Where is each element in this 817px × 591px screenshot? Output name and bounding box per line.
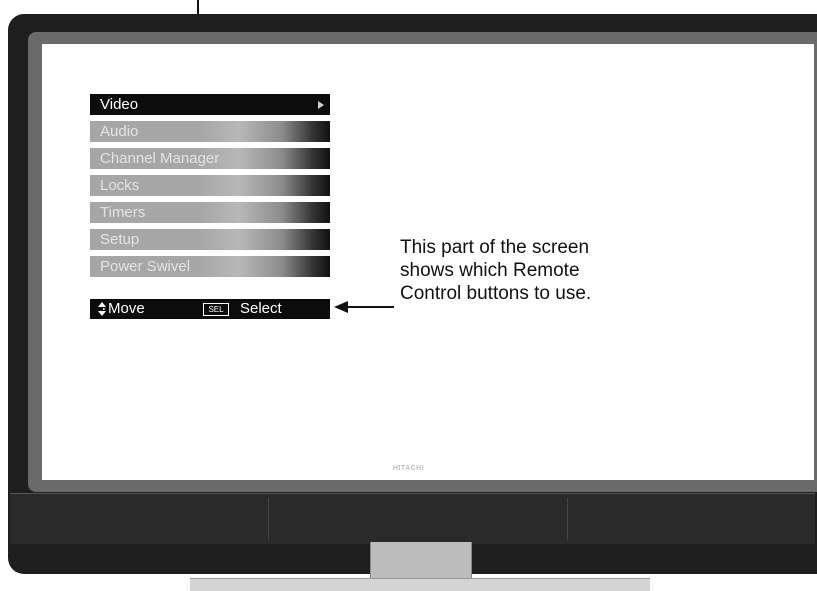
menu-item-label: Audio <box>100 123 139 140</box>
menu-item-power-swivel[interactable]: Power Swivel <box>90 256 330 277</box>
menu-item-label: Channel Manager <box>100 150 220 167</box>
callout-line-1: This part of the screen <box>400 237 590 258</box>
brand-logo: HITACHI <box>392 465 425 472</box>
tv-stand-neck <box>370 542 472 580</box>
menu-item-channel-manager[interactable]: Channel Manager <box>90 148 330 169</box>
submenu-arrow-icon <box>318 101 324 109</box>
help-move-label: Move <box>108 300 145 317</box>
callout-arrow-head-icon <box>334 301 348 313</box>
menu-item-setup[interactable]: Setup <box>90 229 330 250</box>
menu-item-label: Locks <box>100 177 140 194</box>
move-arrows-icon <box>98 302 106 316</box>
speaker-grille-center <box>269 498 568 540</box>
help-select-label: Select <box>240 300 282 317</box>
sel-button-icon: SEL <box>203 303 229 316</box>
tv-stand-base <box>190 578 650 591</box>
menu-item-timers[interactable]: Timers <box>90 202 330 223</box>
speaker-grille-right <box>568 498 808 540</box>
speaker-grille-left <box>10 498 269 540</box>
menu-item-label: Power Swivel <box>100 258 191 275</box>
menu-item-label: Video <box>100 96 139 113</box>
callout-arrow-line <box>348 306 394 308</box>
menu-item-video[interactable]: Video <box>90 94 330 115</box>
menu-item-label: Setup <box>100 231 140 248</box>
remote-help-bar: Move SEL Select <box>90 299 330 319</box>
menu-item-audio[interactable]: Audio <box>90 121 330 142</box>
manual-illustration: HITACHI Video Audio Channel Manager Lock… <box>0 0 817 591</box>
callout-line-3: Control buttons to use. <box>400 283 592 304</box>
tv-speaker-panel <box>10 493 815 544</box>
menu-item-label: Timers <box>100 204 146 221</box>
callout-annotation: This part of the screen shows which Remo… <box>400 236 720 305</box>
callout-line-2: shows which Remote <box>400 260 580 281</box>
menu-item-locks[interactable]: Locks <box>90 175 330 196</box>
